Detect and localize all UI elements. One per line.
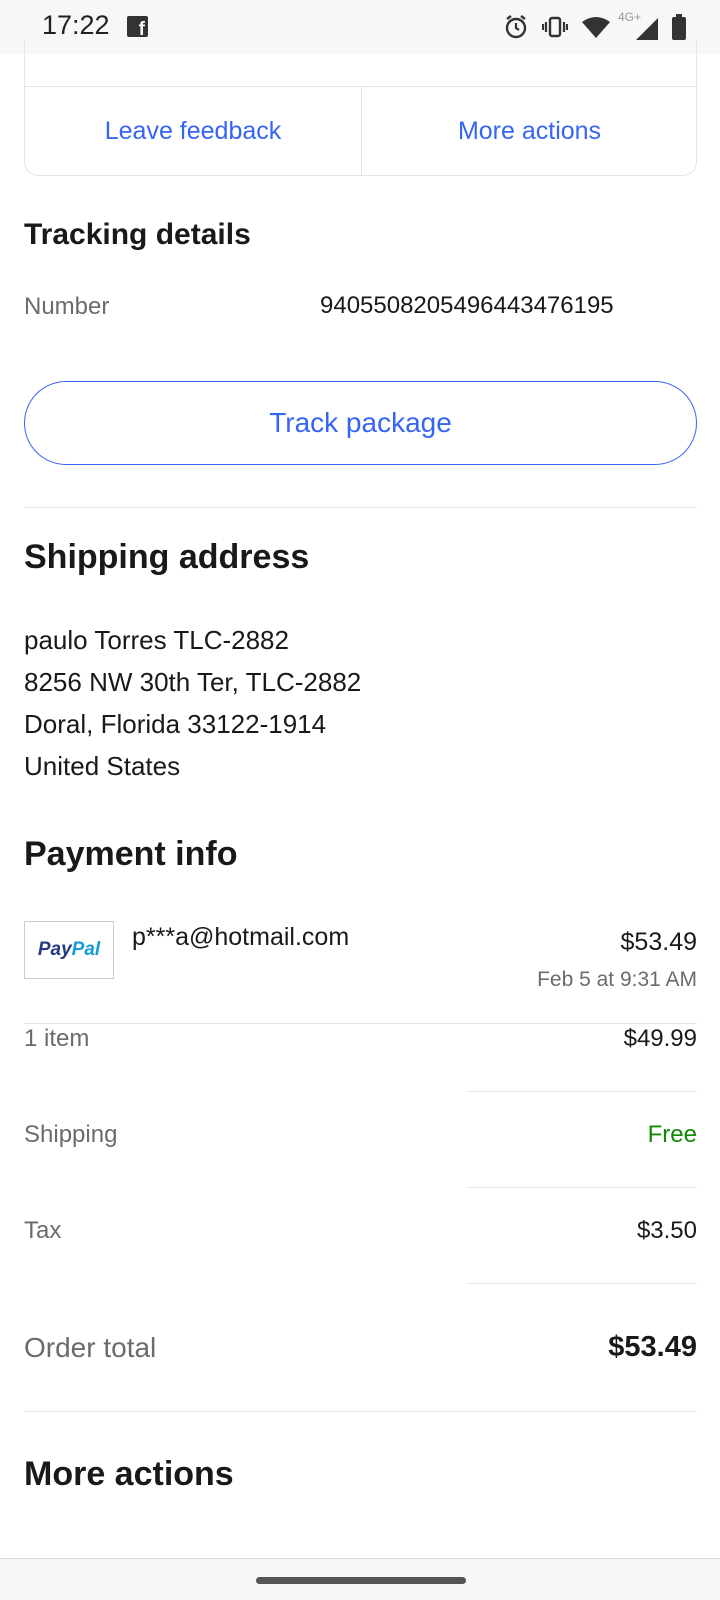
items-value: $49.99 <box>623 1025 697 1052</box>
tax-value: $3.50 <box>636 1217 697 1244</box>
paypal-logo: Pay Pal <box>24 921 114 979</box>
payment-divider <box>24 1023 697 1024</box>
battery-icon <box>672 14 686 40</box>
section-divider <box>24 1411 697 1412</box>
payment-date: Feb 5 at 9:31 AM <box>537 968 697 991</box>
payment-email: p***a@hotmail.com <box>132 923 350 951</box>
items-label: 1 item <box>24 1025 90 1052</box>
tracking-number-label: Number <box>24 293 110 320</box>
shipping-address-title: Shipping address <box>24 538 310 576</box>
section-divider <box>24 507 697 508</box>
paypal-logo-text-pay: Pay <box>37 939 72 960</box>
vibrate-icon <box>542 16 568 38</box>
payment-info-title: Payment info <box>24 835 238 873</box>
shipping-label: Shipping <box>24 1121 118 1148</box>
address-line-street: 8256 NW 30th Ter, TLC-2882 <box>24 667 362 697</box>
order-total-label: Order total <box>24 1332 157 1363</box>
shipping-value: Free <box>647 1121 697 1148</box>
tracking-details-title: Tracking details <box>24 218 251 251</box>
summary-divider <box>467 1091 697 1092</box>
home-indicator[interactable] <box>256 1577 466 1584</box>
wifi-icon <box>582 17 610 38</box>
summary-divider <box>467 1187 697 1188</box>
order-actions-card: Leave feedback More actions <box>24 40 697 176</box>
more-actions-title: More actions <box>24 1455 234 1493</box>
order-total-value: $53.49 <box>608 1331 697 1363</box>
facebook-icon: f <box>127 16 148 39</box>
tracking-number-value: 9405508205496443476195 <box>320 292 614 319</box>
leave-feedback-button[interactable]: Leave feedback <box>25 86 361 176</box>
address-line-country: United States <box>24 751 181 781</box>
navigation-bar <box>0 1558 720 1600</box>
track-package-button[interactable]: Track package <box>24 381 697 465</box>
alarm-icon <box>505 15 527 39</box>
tax-label: Tax <box>24 1217 62 1244</box>
paypal-logo-text-pal: Pal <box>71 939 101 960</box>
status-time: 17:22 <box>42 10 110 40</box>
status-icons: 4G+ <box>504 10 686 41</box>
signal-icon <box>636 18 658 40</box>
address-line-name: paulo Torres TLC-2882 <box>24 625 289 655</box>
address-line-city: Doral, Florida 33122-1914 <box>24 709 327 739</box>
summary-divider <box>467 1283 697 1284</box>
cellular-signal: 4G+ <box>618 10 658 40</box>
payment-amount: $53.49 <box>620 928 697 956</box>
more-actions-button[interactable]: More actions <box>361 86 698 176</box>
